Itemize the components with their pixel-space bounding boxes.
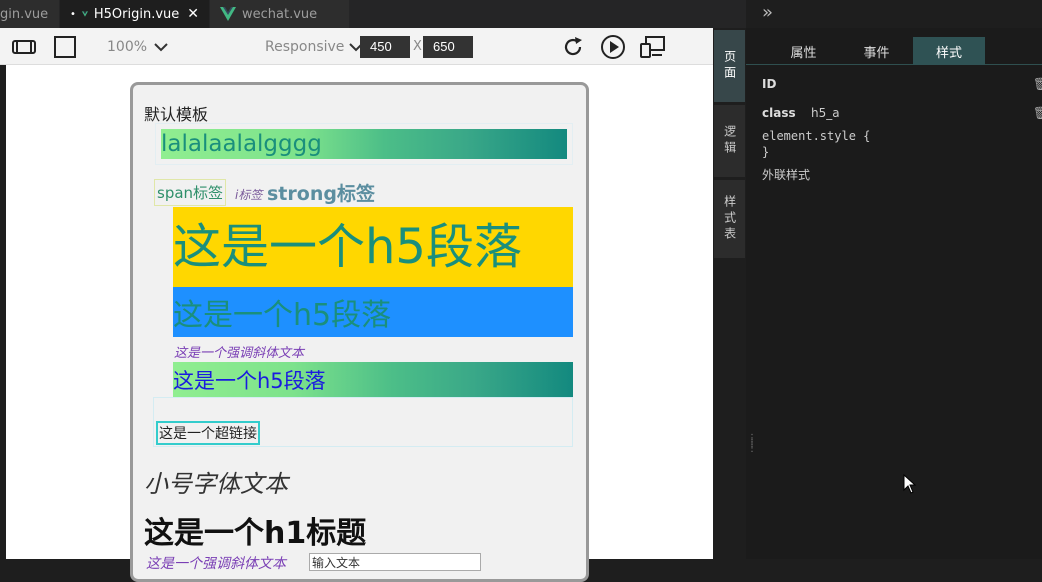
strong-element[interactable]: strong标签 xyxy=(267,179,375,206)
vtab-stylesheet[interactable]: 样式表 xyxy=(714,180,745,258)
h5-yellow-paragraph[interactable]: 这是一个h5段落 xyxy=(173,207,573,287)
style-open[interactable]: element.style { xyxy=(762,129,870,143)
gradient-text: lalalaalalgggg xyxy=(161,131,322,157)
mouse-cursor-icon xyxy=(903,474,917,494)
tab-label: gin.vue xyxy=(0,6,49,22)
text-input[interactable]: 输入文本 xyxy=(309,553,481,571)
external-style-label[interactable]: 外联样式 xyxy=(762,166,810,183)
tab-label: wechat.vue xyxy=(242,6,318,22)
zoom-value: 100% xyxy=(107,38,148,55)
link-container[interactable]: 这是一个超链接 xyxy=(153,397,573,447)
vue-logo-icon xyxy=(220,7,236,21)
height-input[interactable]: 650 xyxy=(423,35,473,58)
h5-gradient-paragraph[interactable]: 这是一个h5段落 xyxy=(173,362,573,397)
vtab-page-label: 页面 xyxy=(722,50,737,82)
play-icon xyxy=(601,34,625,59)
device-mode-value: Responsive xyxy=(265,38,345,55)
preview-canvas: 默认模板 lalalaalalgggg span标签 i标签 strong标签 … xyxy=(0,65,713,582)
h5-blue-paragraph[interactable]: 这是一个h5段落 xyxy=(173,287,573,337)
default-template-text[interactable]: 默认模板 xyxy=(144,101,208,125)
properties-panel: 属性 事件 样式 ID 🗑 class h5_a 🗑 element.style… xyxy=(746,28,1042,559)
gradient-block[interactable]: lalalaalalgggg xyxy=(161,129,567,159)
tab-styles[interactable]: 样式 xyxy=(913,37,985,65)
vtab-logic-label: 逻辑 xyxy=(722,125,737,157)
tab-h5origin-vue[interactable]: • H5Origin.vue ✕ xyxy=(60,0,210,28)
span-element[interactable]: span标签 xyxy=(154,179,227,206)
modified-dot-icon: • xyxy=(70,8,76,20)
device-rotate-button[interactable] xyxy=(12,28,36,65)
class-label: class xyxy=(762,106,796,120)
phone-frame: 默认模板 lalalaalalgggg span标签 i标签 strong标签 … xyxy=(130,82,589,582)
gradient-container[interactable]: lalalaalalgggg xyxy=(155,123,573,165)
close-icon[interactable]: ✕ xyxy=(187,6,199,22)
left-gutter xyxy=(0,65,6,559)
vtab-logic[interactable]: 逻辑 xyxy=(714,105,745,177)
tab-gin-vue[interactable]: gin.vue xyxy=(0,0,60,28)
tab-events[interactable]: 事件 xyxy=(839,37,914,65)
zoom-select[interactable]: 100% xyxy=(107,28,169,65)
small-font-text[interactable]: 小号字体文本 xyxy=(144,464,288,499)
tab-wechat-vue[interactable]: wechat.vue xyxy=(210,0,350,28)
vertical-nav: 页面 逻辑 样式表 xyxy=(713,28,746,559)
trash-icon[interactable]: 🗑 xyxy=(1033,106,1042,120)
vtab-page[interactable]: 页面 xyxy=(714,30,745,102)
preview-toolbar: 100% Responsive 450 X 650 xyxy=(0,28,713,65)
frame-toggle-button[interactable] xyxy=(54,28,76,65)
chevron-double-right-icon[interactable]: » xyxy=(762,2,773,23)
device-mode-select[interactable]: Responsive xyxy=(265,28,364,65)
width-input[interactable]: 450 xyxy=(360,35,410,58)
refresh-icon xyxy=(564,36,582,55)
id-label: ID xyxy=(762,77,777,91)
panel-tabs: 属性 事件 样式 xyxy=(746,37,1042,65)
device-landscape-icon xyxy=(12,39,36,54)
i-element[interactable]: i标签 xyxy=(235,186,262,203)
tab-label: H5Origin.vue xyxy=(93,6,180,22)
em-text-bottom[interactable]: 这是一个强调斜体文本 xyxy=(146,553,286,573)
trash-icon[interactable]: 🗑 xyxy=(1033,77,1042,91)
devices-icon xyxy=(640,35,665,58)
tab-attributes[interactable]: 属性 xyxy=(766,37,841,65)
device-toggle-button[interactable] xyxy=(640,28,666,65)
panel-header xyxy=(746,0,1042,28)
style-close: } xyxy=(762,145,770,159)
h1-title[interactable]: 这是一个h1标题 xyxy=(144,508,366,552)
play-button[interactable] xyxy=(600,28,626,65)
editor-tab-bar: gin.vue • H5Origin.vue ✕ wechat.vue xyxy=(0,0,746,28)
em-text[interactable]: 这是一个强调斜体文本 xyxy=(174,342,304,361)
vtab-stylesheet-label: 样式表 xyxy=(722,195,737,243)
vue-logo-icon xyxy=(81,11,88,17)
chevron-down-icon xyxy=(154,42,168,51)
resize-handle-icon[interactable]: ⋮⋮⋮ xyxy=(747,434,757,454)
hyperlink-selected[interactable]: 这是一个超链接 xyxy=(156,421,260,445)
refresh-button[interactable] xyxy=(561,28,585,65)
square-icon xyxy=(54,35,76,58)
dimension-separator: X xyxy=(413,39,422,54)
class-value[interactable]: h5_a xyxy=(811,106,840,120)
